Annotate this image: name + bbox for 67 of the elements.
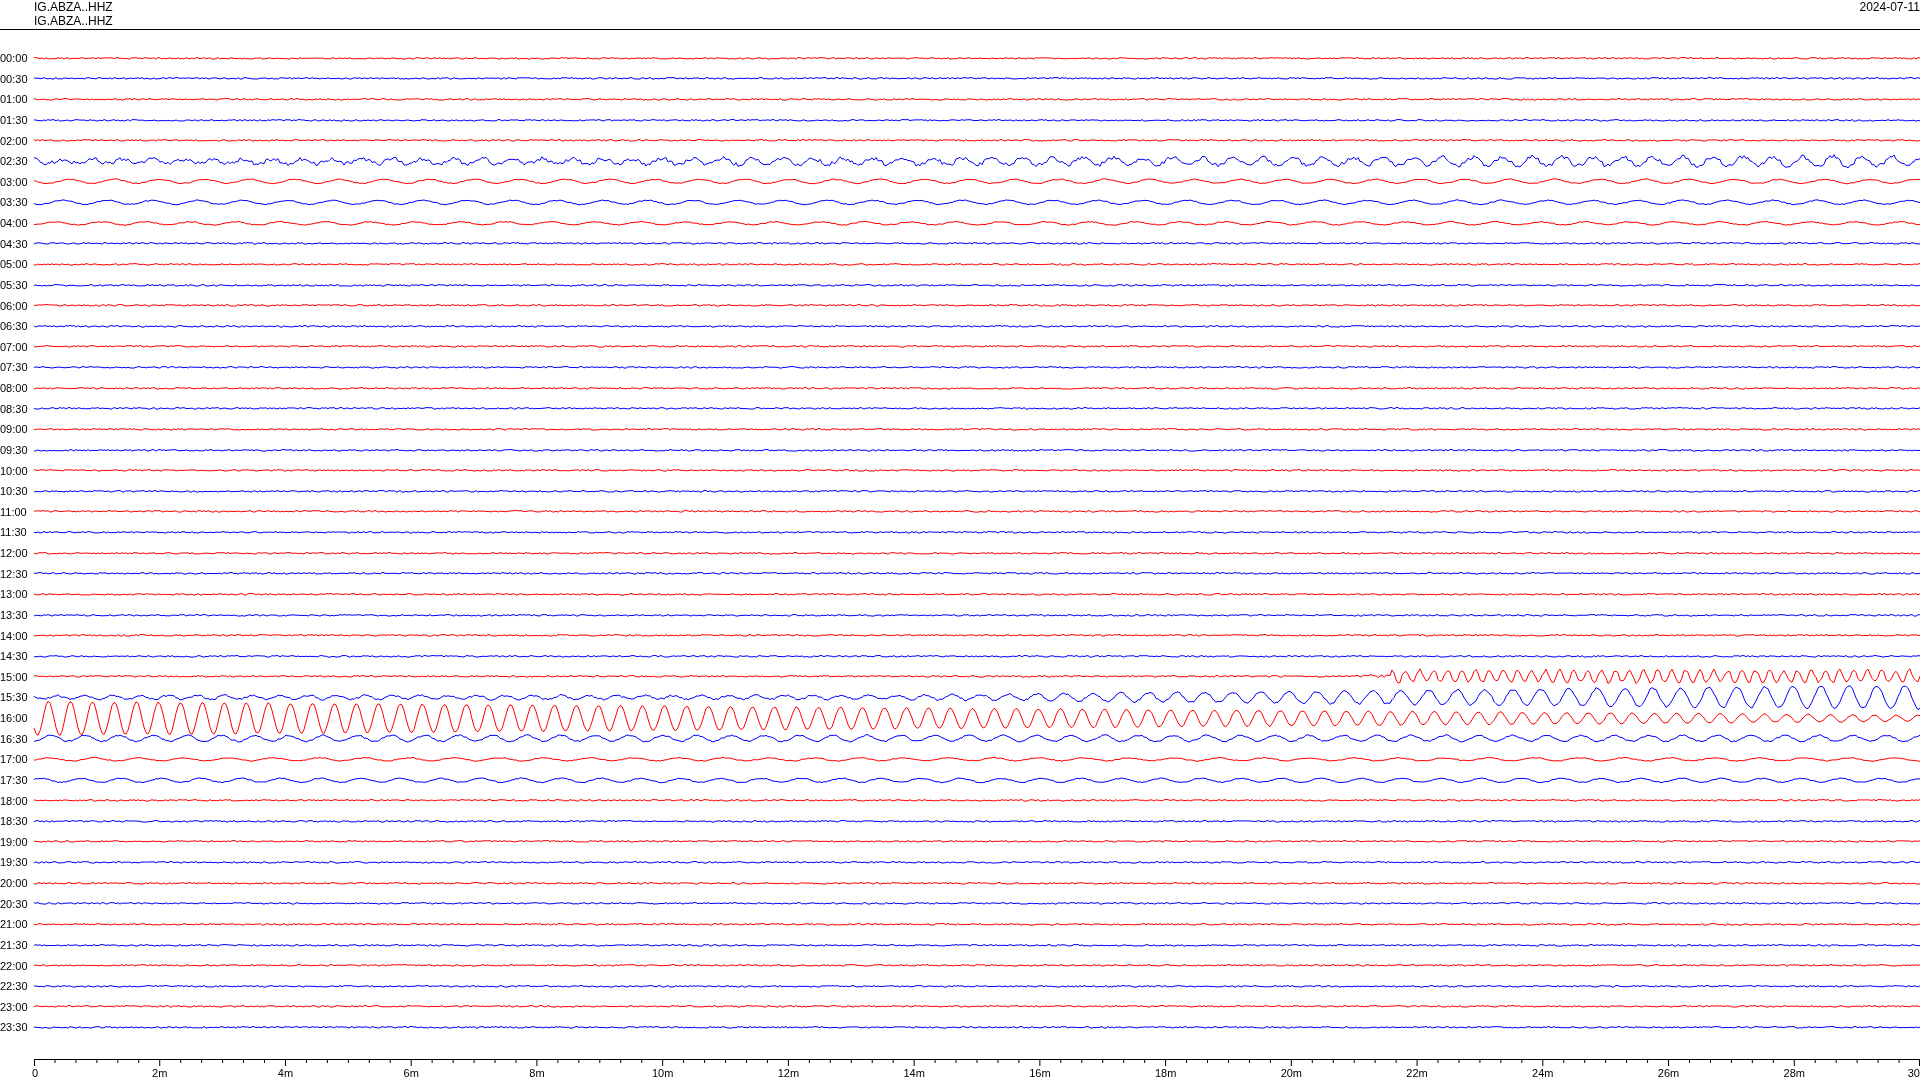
tick-label: 20m — [1280, 1067, 1303, 1079]
time-label: 13:00 — [0, 588, 29, 601]
time-label: 23:00 — [0, 1000, 29, 1013]
time-label: 14:00 — [0, 629, 29, 642]
time-label: 20:30 — [0, 897, 29, 910]
time-label: 10:00 — [0, 464, 29, 477]
time-label: 15:30 — [0, 691, 29, 704]
station-label: IG.ABZA..HHZ — [34, 14, 113, 28]
time-label: 02:00 — [0, 134, 29, 147]
tick-label: 12m — [777, 1067, 800, 1079]
tick-label: 4m — [277, 1067, 294, 1079]
time-label: 03:00 — [0, 175, 29, 188]
time-label: 18:30 — [0, 815, 29, 828]
tick-label: 16m — [1029, 1067, 1051, 1079]
tick-label: 10m — [651, 1067, 674, 1079]
time-label: 08:30 — [0, 402, 29, 415]
time-label: 17:30 — [0, 773, 29, 786]
time-label: 07:00 — [0, 340, 29, 353]
time-label: 05:00 — [0, 258, 29, 271]
time-label: 16:00 — [0, 712, 29, 724]
tick-label: 18m — [1154, 1067, 1177, 1079]
time-label: 04:30 — [0, 237, 29, 250]
time-label: 00:00 — [0, 52, 29, 64]
time-label: 09:30 — [0, 443, 29, 456]
time-label: 12:30 — [0, 567, 29, 580]
date-label: 2024-07-11 — [1859, 0, 1920, 16]
tick-label: 14m — [903, 1067, 925, 1079]
time-label: 08:00 — [0, 382, 29, 394]
time-label: 02:30 — [0, 155, 29, 168]
time-label: 15:00 — [0, 670, 29, 683]
time-label: 17:00 — [0, 753, 29, 766]
tick-label: 30 — [1907, 1067, 1920, 1079]
station-label: IG.ABZA..HHZ — [34, 0, 113, 14]
time-label: 06:30 — [0, 320, 29, 333]
time-label: 11:30 — [0, 526, 28, 539]
time-label: 14:30 — [0, 650, 29, 663]
time-label: 07:30 — [0, 361, 29, 374]
time-label: 01:00 — [0, 93, 29, 106]
time-label: 21:00 — [0, 918, 29, 931]
time-label: 22:30 — [0, 980, 29, 993]
tick-label: 22m — [1406, 1067, 1428, 1079]
time-label: 04:00 — [0, 217, 29, 229]
time-label: 09:00 — [0, 423, 29, 436]
time-label: 06:00 — [0, 299, 29, 312]
time-label: 11:00 — [0, 505, 28, 518]
time-label: 20:00 — [0, 877, 29, 889]
time-label: 19:00 — [0, 835, 29, 848]
time-label: 21:30 — [0, 938, 29, 951]
time-label: 10:30 — [0, 485, 29, 498]
tick-label: 6m — [403, 1067, 419, 1079]
time-label: 19:30 — [0, 856, 29, 869]
tick-label: 0 — [32, 1067, 39, 1079]
tick-label: 8m — [529, 1067, 545, 1079]
tick-label: 24m — [1532, 1067, 1554, 1079]
tick-label: 26m — [1657, 1067, 1680, 1079]
time-label: 12:00 — [0, 547, 29, 559]
time-label: 00:30 — [0, 72, 29, 85]
time-label: 01:30 — [0, 113, 29, 126]
tick-label: 28m — [1783, 1067, 1805, 1079]
time-label: 18:00 — [0, 794, 29, 807]
time-label: 13:30 — [0, 608, 29, 621]
time-label: 03:30 — [0, 196, 29, 209]
time-label: 23:30 — [0, 1021, 29, 1034]
time-label: 05:30 — [0, 278, 29, 291]
tick-label: 2m — [152, 1067, 168, 1079]
time-label: 22:00 — [0, 959, 29, 972]
time-label: 16:30 — [0, 732, 29, 745]
